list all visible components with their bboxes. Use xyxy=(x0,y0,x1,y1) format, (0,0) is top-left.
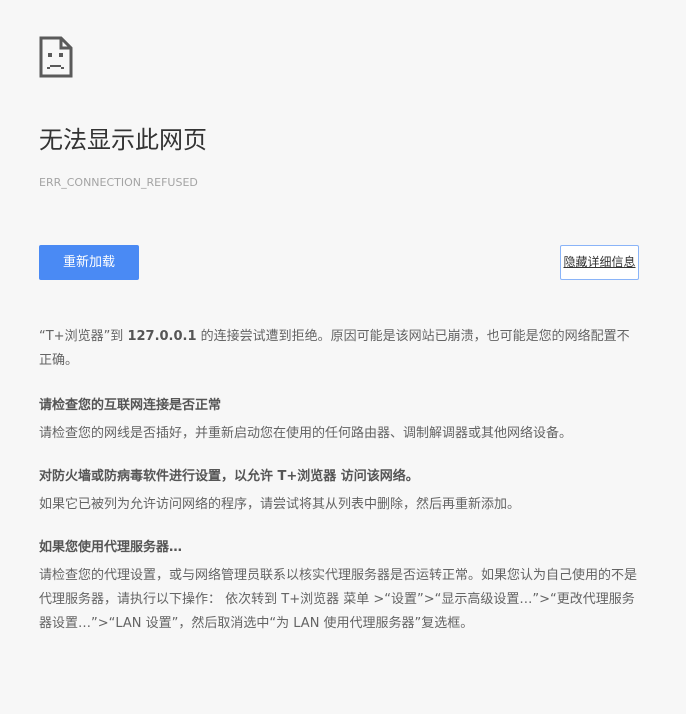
section-heading-firewall: 对防火墙或防病毒软件进行设置，以允许 T+浏览器 访问该网络。 xyxy=(39,469,419,484)
section-heading-proxy: 如果您使用代理服务器… xyxy=(39,540,183,555)
intro-host: 127.0.0.1 xyxy=(127,329,197,344)
section-heading-connection: 请检查您的互联网连接是否正常 xyxy=(39,398,222,413)
page-title: 无法显示此网页 xyxy=(39,126,207,154)
sad-page-icon xyxy=(39,36,73,78)
error-code: ERR_CONNECTION_REFUSED xyxy=(39,176,198,189)
reload-button[interactable]: 重新加载 xyxy=(39,245,139,280)
error-details: “T+浏览器”到 127.0.0.1 的连接尝试遭到拒绝。原因可能是该网站已崩溃… xyxy=(39,325,641,655)
section-body-proxy: 请检查您的代理设置，或与网络管理员联系以核实代理服务器是否运转正常。如果您认为自… xyxy=(39,568,638,631)
section-body-connection: 请检查您的网线是否插好，并重新启动您在使用的任何路由器、调制解调器或其他网络设备… xyxy=(39,426,573,441)
section-body-firewall: 如果它已被列为允许访问网络的程序，请尝试将其从列表中删除，然后再重新添加。 xyxy=(39,497,521,512)
hide-details-button[interactable]: 隐藏详细信息 xyxy=(560,245,639,280)
intro-prefix: “T+浏览器”到 xyxy=(39,329,128,344)
error-summary: “T+浏览器”到 127.0.0.1 的连接尝试遭到拒绝。原因可能是该网站已崩溃… xyxy=(39,325,641,373)
